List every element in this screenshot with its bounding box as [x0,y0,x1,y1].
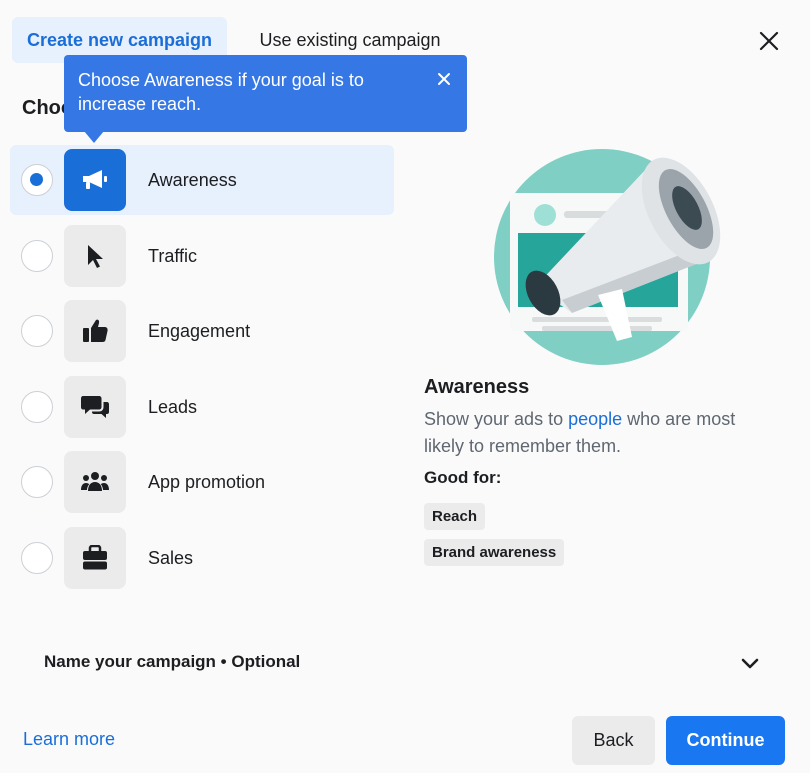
learn-more-link[interactable]: Learn more [23,729,115,750]
objective-icon-tile [64,527,126,589]
awareness-illustration [494,149,721,365]
chat-bubbles-icon [81,396,109,418]
objective-label: App promotion [148,471,266,492]
objective-sales[interactable]: Sales [10,523,394,593]
continue-button[interactable]: Continue [666,716,785,765]
good-for-label: Good for: [424,468,502,487]
radio-engagement[interactable] [21,315,53,347]
radio-sales[interactable] [21,542,53,574]
objective-awareness[interactable]: Awareness [10,145,394,215]
objective-icon-tile [64,225,126,287]
objective-label: Leads [148,396,198,417]
objective-detail-title: Awareness [424,376,530,398]
radio-leads[interactable] [21,391,53,423]
objective-engagement[interactable]: Engagement [10,296,394,366]
awareness-tooltip: Choose Awareness if your goal is to incr… [64,55,467,132]
tooltip-text: Choose Awareness if your goal is to incr… [78,70,364,114]
objective-label: Sales [148,547,194,568]
objective-leads[interactable]: Leads [10,372,394,442]
name-campaign-toggle[interactable]: Name your campaign • Optional [44,652,300,672]
objective-icon-tile [64,300,126,362]
objective-traffic[interactable]: Traffic [10,221,394,291]
objective-app-promotion[interactable]: App promotion [10,447,394,517]
objective-label: Traffic [148,245,198,266]
objective-label: Awareness [148,169,237,190]
people-link[interactable]: people [568,409,622,429]
close-dialog-button[interactable] [752,24,786,58]
radio-app-promotion[interactable] [21,466,53,498]
objective-icon-tile [64,149,126,211]
back-button[interactable]: Back [572,716,655,765]
people-icon [81,472,109,491]
description-text: Show your ads to [424,409,569,429]
cursor-icon [88,245,103,268]
objective-icon-tile [64,451,126,513]
tag-brand-awareness: Brand awareness [424,539,565,566]
thumbs-up-icon [83,319,108,342]
tooltip-close-icon[interactable] [435,70,453,88]
tooltip-pointer [84,131,104,143]
close-icon [759,31,779,51]
radio-awareness[interactable] [21,164,53,196]
tag-reach: Reach [424,503,486,530]
objective-icon-tile [64,376,126,438]
objective-detail-description: Show your ads to people who are most lik… [424,406,764,460]
chevron-down-icon[interactable] [738,653,762,673]
megaphone-icon [83,170,107,189]
objective-label: Engagement [148,320,251,341]
radio-traffic[interactable] [21,240,53,272]
campaign-objective-dialog: Create new campaign Use existing campaig… [0,0,810,773]
briefcase-icon [83,545,107,570]
